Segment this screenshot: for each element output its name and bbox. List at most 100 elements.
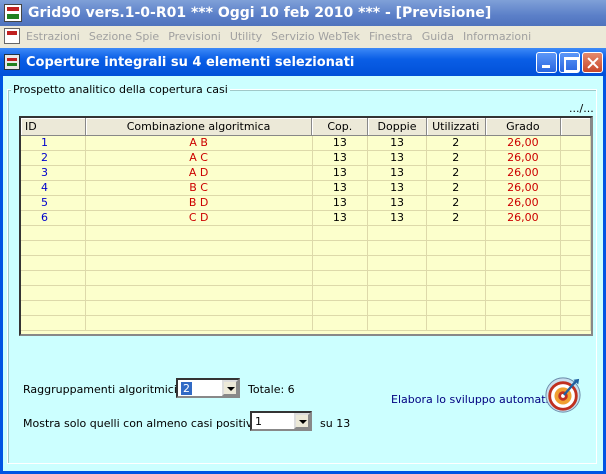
empty-cell — [368, 226, 427, 240]
close-button[interactable] — [582, 52, 603, 73]
menu-servizio-webtek[interactable]: Servizio WebTek — [271, 30, 360, 43]
table-row[interactable]: 1A B 13 13 2 26,00 — [21, 136, 591, 151]
empty-cell — [86, 316, 313, 330]
cell-comb: A B — [86, 136, 313, 150]
empty-cell — [427, 271, 486, 285]
empty-cell — [561, 271, 591, 285]
menu-sezione-spie[interactable]: Sezione Spie — [89, 30, 159, 43]
chevron-down-icon[interactable] — [222, 380, 238, 396]
menu-guida[interactable]: Guida — [422, 30, 454, 43]
menu-previsioni[interactable]: Previsioni — [168, 30, 221, 43]
empty-cell — [427, 256, 486, 270]
cell-utilizzati: 2 — [427, 181, 486, 195]
child-window-icon — [4, 54, 20, 70]
elabora-label: Elabora lo sviluppo automatico — [391, 393, 562, 406]
table-row[interactable]: 4B C 13 13 2 26,00 — [21, 181, 591, 196]
empty-cell — [21, 271, 86, 285]
header-doppie[interactable]: Doppie — [368, 118, 427, 135]
cell-doppie: 13 — [368, 181, 427, 195]
menu-finestra[interactable]: Finestra — [369, 30, 413, 43]
cell-id: 6 — [21, 211, 86, 225]
cell-id: 4 — [21, 181, 86, 195]
child-titlebar[interactable]: Coperture integrali su 4 elementi selezi… — [0, 48, 606, 76]
header-combinazione[interactable]: Combinazione algoritmica — [86, 118, 313, 135]
empty-cell — [21, 241, 86, 255]
cell-utilizzati: 2 — [427, 166, 486, 180]
empty-cell — [368, 301, 427, 315]
empty-cell — [86, 226, 313, 240]
empty-cell — [21, 286, 86, 300]
mostra-select[interactable]: 1 — [250, 411, 312, 431]
empty-cell — [427, 226, 486, 240]
child-window: Coperture integrali su 4 elementi selezi… — [0, 48, 606, 474]
cell-cop: 13 — [313, 166, 369, 180]
header-cop[interactable]: Cop. — [312, 118, 369, 135]
cell-grado: 26,00 — [486, 136, 562, 150]
app-title: Grid90 vers.1-0-R01 *** Oggi 10 feb 2010… — [28, 5, 492, 21]
empty-cell — [86, 301, 313, 315]
table-row[interactable]: 2A C 13 13 2 26,00 — [21, 151, 591, 166]
empty-row — [21, 241, 591, 256]
menu-utility[interactable]: Utility — [230, 30, 262, 43]
menu-estrazioni[interactable]: Estrazioni — [26, 30, 80, 43]
cell-id: 2 — [21, 151, 86, 165]
app-icon — [4, 4, 22, 22]
empty-cell — [313, 316, 369, 330]
empty-cell — [86, 241, 313, 255]
cell-extra — [561, 151, 591, 165]
header-utilizzati[interactable]: Utilizzati — [427, 118, 486, 135]
coverage-grid[interactable]: ID Combinazione algoritmica Cop. Doppie … — [19, 116, 593, 336]
mostra-value: 1 — [255, 415, 262, 428]
empty-cell — [561, 241, 591, 255]
raggruppamenti-value: 2 — [181, 382, 192, 395]
mostra-label: Mostra solo quelli con almeno casi posit… — [23, 417, 256, 430]
empty-cell — [427, 241, 486, 255]
empty-cell — [86, 286, 313, 300]
empty-cell — [486, 226, 562, 240]
empty-cell — [561, 316, 591, 330]
menu-informazioni[interactable]: Informazioni — [463, 30, 531, 43]
table-row[interactable]: 3A D 13 13 2 26,00 — [21, 166, 591, 181]
cell-comb: A C — [86, 151, 313, 165]
empty-cell — [368, 271, 427, 285]
child-window-menu-icon[interactable] — [4, 28, 20, 44]
cell-extra — [561, 196, 591, 210]
table-row[interactable]: 5B D 13 13 2 26,00 — [21, 196, 591, 211]
empty-row — [21, 301, 591, 316]
cell-cop: 13 — [313, 211, 369, 225]
empty-cell — [561, 301, 591, 315]
header-id[interactable]: ID — [21, 118, 86, 135]
su-label: su 13 — [320, 417, 351, 430]
maximize-button[interactable] — [559, 52, 580, 73]
cell-doppie: 13 — [368, 166, 427, 180]
empty-cell — [486, 301, 562, 315]
empty-cell — [368, 256, 427, 270]
chevron-down-icon[interactable] — [294, 413, 310, 429]
grid-body: 1A B 13 13 2 26,00 2 A C 13 13 2 26,00 3 A D 13 13 2 26,… — [21, 136, 591, 331]
empty-cell — [561, 226, 591, 240]
client-area: Prospetto analitico della copertura casi… — [3, 76, 603, 471]
table-row[interactable]: 6C D 13 13 2 26,00 — [21, 211, 591, 226]
header-grado[interactable]: Grado — [486, 118, 562, 135]
empty-cell — [86, 271, 313, 285]
cell-cop: 13 — [313, 196, 369, 210]
empty-row — [21, 226, 591, 241]
empty-cell — [368, 316, 427, 330]
empty-cell — [486, 256, 562, 270]
child-window-title: Coperture integrali su 4 elementi selezi… — [26, 54, 355, 70]
empty-cell — [561, 286, 591, 300]
more-link[interactable]: .../... — [569, 102, 594, 115]
cell-comb: A D — [86, 166, 313, 180]
cell-id: 5 — [21, 196, 86, 210]
raggruppamenti-select[interactable]: 2 — [176, 378, 240, 398]
empty-cell — [486, 271, 562, 285]
empty-cell — [313, 226, 369, 240]
empty-row — [21, 256, 591, 271]
target-icon[interactable] — [544, 376, 582, 414]
cell-grado: 26,00 — [486, 166, 562, 180]
empty-cell — [21, 316, 86, 330]
header-extra — [561, 118, 591, 135]
empty-row — [21, 271, 591, 286]
cell-cop: 13 — [313, 151, 369, 165]
minimize-button[interactable] — [536, 52, 557, 73]
